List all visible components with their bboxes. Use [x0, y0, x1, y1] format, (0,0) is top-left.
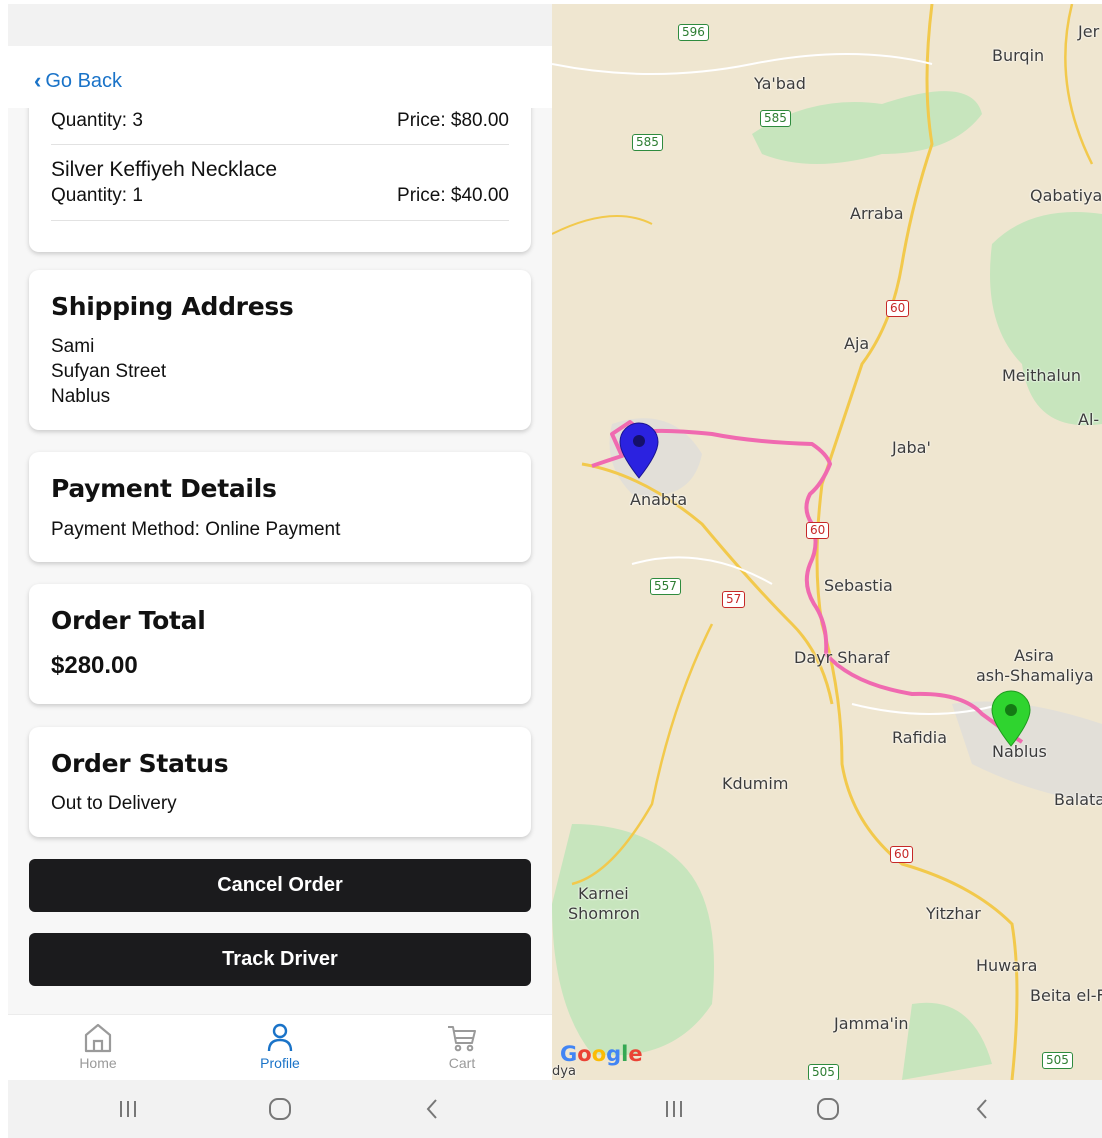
chevron-left-icon: ‹ [34, 68, 42, 93]
road-shield: 60 [886, 300, 910, 317]
item-quantity: Quantity: 1 [51, 185, 143, 206]
status-title: Order Status [51, 749, 229, 778]
cart-icon [448, 1026, 476, 1052]
home-nav-button[interactable] [808, 1094, 848, 1124]
divider [51, 144, 509, 145]
map-label: Rafidia [892, 728, 948, 747]
back-arrow-icon [426, 1099, 437, 1119]
road-shield: 585 [760, 110, 791, 127]
road-shield: 596 [678, 24, 709, 41]
google-logo-letter: o [577, 1042, 592, 1066]
google-logo-letter: o [591, 1042, 607, 1066]
back-nav-button[interactable] [412, 1094, 452, 1124]
cancel-order-button[interactable]: Cancel Order [29, 859, 531, 912]
map-label: Aja [844, 334, 870, 353]
map-label: dya [552, 1064, 576, 1079]
map-label: Dayr Sharaf [794, 648, 890, 667]
item-name: Silver Keffiyeh Necklace [51, 158, 278, 181]
order-content-scroll[interactable]: Quantity: 3 Price: $80.00 Silver Keffiye… [8, 108, 552, 1014]
shipping-name: Sami [51, 336, 95, 357]
back-arrow-icon [976, 1099, 987, 1119]
google-attribution: Google [560, 1042, 643, 1066]
order-item-row: Quantity: 3 Price: $80.00 [51, 110, 509, 132]
tab-profile-label: Profile [260, 1055, 300, 1071]
road-shield: 505 [808, 1064, 839, 1080]
track-driver-button[interactable]: Track Driver [29, 933, 531, 986]
shipping-city: Nablus [51, 386, 111, 407]
map-label: Sebastia [824, 576, 893, 595]
tab-cart-label: Cart [448, 1055, 476, 1071]
profile-icon [267, 1023, 293, 1052]
go-back-button[interactable]: ‹ Go Back [34, 68, 122, 94]
home-icon [84, 1023, 112, 1053]
map-label: Jamma'in [834, 1014, 909, 1033]
road-shield: 57 [722, 591, 746, 608]
status-bar [8, 4, 552, 46]
home-nav-button[interactable] [260, 1094, 300, 1124]
bottom-tab-bar: Home Profile Cart [8, 1014, 552, 1085]
status-value: Out to Delivery [51, 793, 177, 814]
map-label: Qabatiya [1030, 186, 1102, 205]
tab-home-label: Home [79, 1055, 117, 1071]
map-label: Arraba [850, 204, 904, 223]
order-items-card: Quantity: 3 Price: $80.00 Silver Keffiye… [29, 108, 531, 252]
map-label: Jer [1078, 22, 1100, 41]
map-label: Beita el-F [1030, 986, 1102, 1005]
tab-profile[interactable]: Profile [220, 1021, 340, 1071]
road-shield: 557 [650, 578, 681, 595]
payment-details-card: Payment Details Payment Method: Online P… [29, 452, 531, 562]
go-back-label: Go Back [45, 69, 123, 92]
map-label: Huwara [976, 956, 1038, 975]
road-shield: 505 [1042, 1052, 1073, 1069]
road-shield: 60 [890, 846, 914, 863]
divider [51, 220, 509, 221]
shipping-address-card: Shipping Address Sami Sufyan Street Nabl… [29, 270, 531, 430]
back-nav-button[interactable] [962, 1094, 1002, 1124]
recent-apps-button[interactable] [654, 1094, 694, 1124]
map-label: Burqin [992, 46, 1045, 65]
system-nav-bar [552, 1080, 1102, 1138]
recent-apps-button[interactable] [108, 1094, 148, 1124]
shipping-street: Sufyan Street [51, 361, 167, 382]
order-item-row: Quantity: 1 Price: $40.00 [51, 185, 509, 207]
order-total-card: Order Total $280.00 [29, 584, 531, 704]
tab-home[interactable]: Home [38, 1021, 158, 1071]
payment-method: Payment Method: Online Payment [51, 519, 341, 540]
map-label: Jaba' [892, 438, 931, 457]
payment-title: Payment Details [51, 474, 277, 503]
google-logo-letter: g [606, 1042, 622, 1066]
road-shield: 60 [806, 522, 830, 539]
map-label: Meithalun [1002, 366, 1082, 385]
total-amount: $280.00 [51, 652, 138, 679]
home-circle-icon [817, 1098, 839, 1120]
map-label: Ya'bad [754, 74, 806, 93]
total-title: Order Total [51, 606, 206, 635]
map-label: Asira [1014, 646, 1055, 665]
recent-apps-icon [120, 1101, 136, 1117]
item-quantity: Quantity: 3 [51, 110, 143, 131]
google-logo-letter: e [628, 1042, 643, 1066]
map-label: Anabta [630, 490, 688, 509]
shipping-title: Shipping Address [51, 292, 294, 321]
order-status-card: Order Status Out to Delivery [29, 727, 531, 837]
map-label: Kdumim [722, 774, 789, 793]
item-price: Price: $80.00 [397, 110, 509, 131]
map-label: Shomron [568, 904, 640, 923]
tab-cart[interactable]: Cart [402, 1021, 522, 1071]
home-circle-icon [269, 1098, 291, 1120]
google-logo-letter: G [560, 1042, 578, 1066]
map-label: Karnei [578, 884, 629, 903]
map-label: Yitzhar [926, 904, 981, 923]
road-shield: 585 [632, 134, 663, 151]
system-nav-bar [8, 1080, 552, 1138]
map-label: Balata [1054, 790, 1102, 809]
map-label: ash-Shamaliya [976, 666, 1094, 685]
map-label: Nablus [992, 742, 1047, 761]
order-details-screen: ‹ Go Back Quantity: 3 Price: $80.00 Silv… [8, 4, 552, 1138]
item-price: Price: $40.00 [397, 185, 509, 206]
map-view[interactable]: Ya'bad Burqin Jer Qabatiya Arraba Aja Me… [552, 4, 1102, 1080]
map-label: Al- [1078, 410, 1100, 429]
recent-apps-icon [666, 1101, 682, 1117]
